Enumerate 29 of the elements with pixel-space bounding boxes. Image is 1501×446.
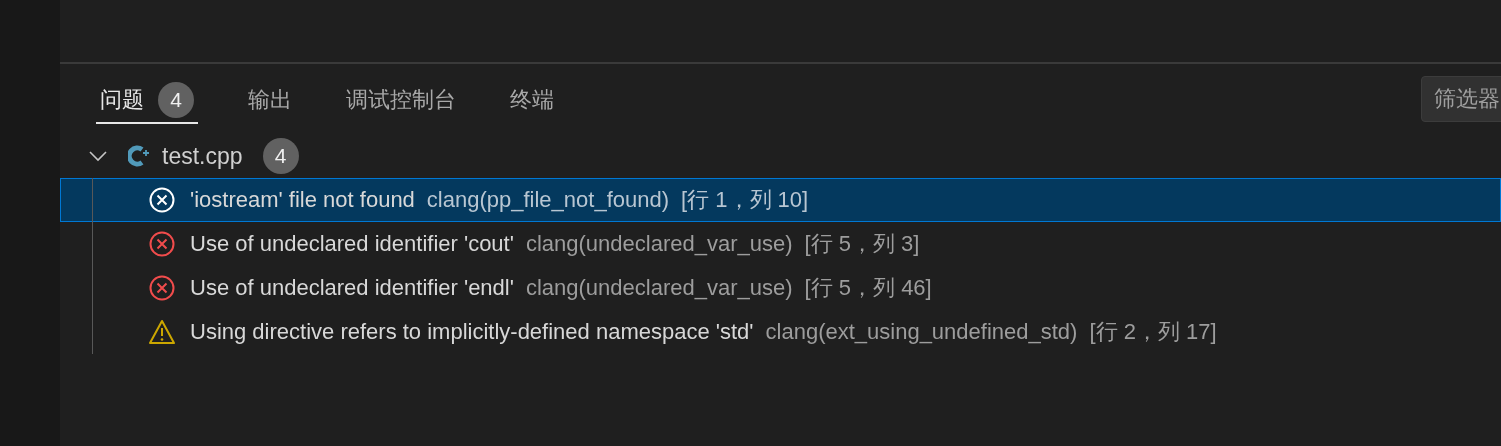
count-badge: 4 — [158, 82, 194, 118]
panel-tab[interactable]: 调试控制台 — [342, 78, 460, 124]
problem-source: clang(undeclared_var_use) — [525, 231, 793, 257]
problem-row[interactable]: 'iostream' file not found clang(pp_file_not_found) [行 1，列 10] — [60, 178, 1501, 222]
problem-message: Use of undeclared identifier 'endl' — [190, 275, 514, 301]
problem-location: [行 5，列 46] — [804, 274, 932, 302]
problem-location: [行 2，列 17] — [1089, 318, 1217, 346]
file-name: test.cpp — [162, 142, 243, 170]
problem-source: clang(undeclared_var_use) — [525, 275, 793, 301]
error-icon — [148, 274, 176, 302]
error-icon — [148, 186, 176, 214]
problem-row[interactable]: Use of undeclared identifier 'endl' clang(undeclared_var_use) [行 5，列 46] — [60, 266, 1501, 310]
count-badge: 4 — [262, 138, 299, 174]
problem-source: clang(ext_using_undefined_std) — [765, 319, 1078, 345]
filter-field[interactable]: 筛选器 — [1421, 76, 1501, 122]
problem-row[interactable]: Using directive refers to implicitly-defined namespace 'std' clang(ext_using_undefined_std) [行 2，列 17] — [60, 310, 1501, 354]
problem-row[interactable]: Use of undeclared identifier 'cout' clang(undeclared_var_use) [行 5，列 3] — [60, 222, 1501, 266]
problem-location: [行 5，列 3] — [804, 230, 920, 258]
problem-location: [行 1，列 10] — [681, 186, 809, 214]
cpp-file-icon — [128, 145, 152, 167]
panel-tab[interactable]: 问题 4 — [96, 78, 198, 124]
warning-icon — [148, 318, 176, 346]
problem-message: Using directive refers to implicitly-defined namespace 'std' — [190, 319, 754, 345]
panel-tab[interactable]: 输出 — [244, 78, 296, 124]
panel-tab[interactable]: 终端 — [506, 78, 558, 124]
problem-message: Use of undeclared identifier 'cout' — [190, 231, 514, 257]
problem-message: 'iostream' file not found — [190, 187, 415, 213]
problem-source: clang(pp_file_not_found) — [426, 187, 670, 213]
error-icon — [148, 230, 176, 258]
